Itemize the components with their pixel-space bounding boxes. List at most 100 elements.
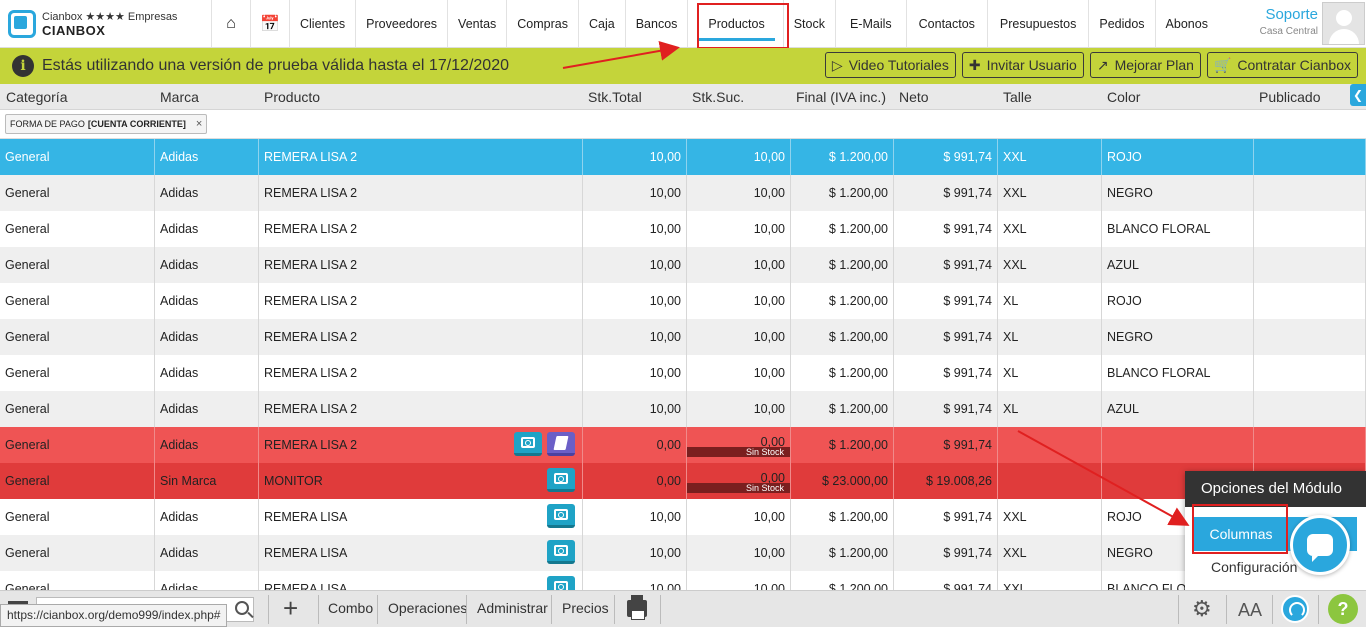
cell-stk-total: 10,00 (583, 355, 687, 391)
chevron-left-icon[interactable]: ❮ (1350, 84, 1366, 106)
nav-item-abonos[interactable]: Abonos (1156, 0, 1218, 47)
product-photo-button[interactable] (547, 504, 575, 528)
precios-button[interactable]: Precios (562, 600, 609, 616)
nav-item-pedidos[interactable]: Pedidos (1089, 0, 1156, 47)
product-photo-button[interactable] (547, 468, 575, 492)
cell-talle-text: XXL (1003, 258, 1027, 272)
cell-color-text: NEGRO (1107, 330, 1153, 344)
filter-chip-value: [CUENTA CORRIENTE] (87, 119, 186, 129)
cell-publicado (1254, 427, 1366, 463)
nav-item-caja[interactable]: Caja (579, 0, 626, 47)
col-header-stk-total[interactable]: Stk.Total (588, 89, 642, 105)
cell-color-text: AZUL (1107, 402, 1139, 416)
table-row[interactable]: General Adidas REMERA LISA 10,00 10,00 $ 1.20… (0, 499, 1366, 535)
invite-user-button[interactable]: ✚ Invitar Usuario (961, 52, 1084, 78)
table-row[interactable]: General Adidas REMERA LISA 10,00 10,00 $ 1.20… (0, 535, 1366, 571)
nav-item-presupuestos[interactable]: Presupuestos (988, 0, 1090, 47)
cell-marca: Adidas (155, 247, 259, 283)
printer-icon[interactable] (627, 595, 647, 620)
camera-icon (521, 437, 535, 448)
cell-stk-suc: 0,00 Sin Stock (687, 427, 791, 463)
cell-marca: Adidas (155, 499, 259, 535)
home-icon[interactable]: ⌂ (212, 0, 251, 47)
cell-categoria-text: General (5, 510, 50, 524)
col-header-stk-suc[interactable]: Stk.Suc. (692, 89, 744, 105)
nav-item-bancos[interactable]: Bancos (626, 0, 689, 47)
cell-categoria-text: General (5, 438, 50, 452)
table-row[interactable]: General Adidas REMERA LISA 2 10,00 10,00 $ 1.… (0, 355, 1366, 391)
cell-categoria: General (0, 499, 155, 535)
table-row[interactable]: General Adidas REMERA LISA 2 10,00 10,00 $ 1.… (0, 211, 1366, 247)
help-icon[interactable]: ? (1328, 594, 1358, 624)
nav-item-ventas[interactable]: Ventas (448, 0, 508, 47)
nav-item-contactos[interactable]: Contactos (907, 0, 988, 47)
calendar-icon[interactable]: 📅 (251, 0, 290, 47)
hire-cianbox-button[interactable]: 🛒 Contratar Cianbox (1206, 52, 1358, 78)
headset-icon[interactable] (1281, 595, 1309, 623)
table-row[interactable]: General Sin Marca MONITOR 0,00 0,00 Sin Stock… (0, 463, 1366, 499)
nav-item-productos[interactable]: Productos (688, 0, 784, 47)
cell-talle: XXL (998, 247, 1102, 283)
cell-final-text: $ 1.200,00 (828, 546, 888, 560)
col-header-talle[interactable]: Talle (1003, 89, 1032, 105)
product-photo-button[interactable] (547, 540, 575, 564)
cell-stk-total-text: 0,00 (656, 438, 681, 452)
col-header-neto[interactable]: Neto (899, 89, 929, 105)
col-header-producto[interactable]: Producto (264, 89, 320, 105)
cell-stk-total-text: 10,00 (649, 294, 681, 308)
nav-item-stock[interactable]: Stock (784, 0, 836, 47)
configuration-option-button[interactable]: Configuración (1211, 559, 1297, 575)
cell-categoria: General (0, 391, 155, 427)
table-row[interactable]: General Adidas REMERA LISA 2 10,00 10,00 $ 1.… (0, 247, 1366, 283)
chat-button[interactable] (1290, 515, 1350, 575)
col-header-final[interactable]: Final (IVA inc.) (796, 89, 886, 105)
col-header-categoria[interactable]: Categoría (6, 89, 67, 105)
upgrade-plan-button[interactable]: ↗ Mejorar Plan (1089, 52, 1201, 78)
operaciones-button[interactable]: Operaciones (388, 600, 467, 616)
catalog-icon (553, 435, 569, 450)
logo[interactable]: Cianbox ★★★★ Empresas CIANBOX (0, 0, 212, 47)
administrar-button[interactable]: Administrar (477, 600, 548, 616)
table-row[interactable]: General Adidas REMERA LISA 2 0,00 0,00 Sin St… (0, 427, 1366, 463)
product-photo-button[interactable] (547, 576, 575, 590)
filter-chip[interactable]: FORMA DE PAGO [CUENTA CORRIENTE] × (5, 114, 208, 134)
products-table: General Adidas REMERA LISA 2 10,00 10,00 $ 1.… (0, 139, 1366, 590)
cell-talle: XXL (998, 211, 1102, 247)
table-row[interactable]: General Adidas REMERA LISA 2 10,00 10,00 $ 1.… (0, 319, 1366, 355)
table-row[interactable]: General Adidas REMERA LISA 2 10,00 10,00 $ 1.… (0, 283, 1366, 319)
cell-marca: Adidas (155, 283, 259, 319)
search-icon[interactable] (235, 601, 249, 615)
table-row[interactable]: General Adidas REMERA LISA 2 10,00 10,00 $ 1.… (0, 139, 1366, 175)
nav-item-compras[interactable]: Compras (507, 0, 579, 47)
close-icon[interactable]: × (196, 118, 202, 130)
nav-item-emails[interactable]: E-Mails (836, 0, 907, 47)
cell-categoria-text: General (5, 330, 50, 344)
table-row[interactable]: General Adidas REMERA LISA 10,00 10,00 $ 1.20… (0, 571, 1366, 590)
cell-stk-suc: 0,00 Sin Stock (687, 463, 791, 499)
table-row[interactable]: General Adidas REMERA LISA 2 10,00 10,00 $ 1.… (0, 175, 1366, 211)
cell-neto-text: $ 991,74 (943, 294, 992, 308)
cell-producto: REMERA LISA 2 (259, 427, 583, 463)
cell-stk-suc: 10,00 (687, 139, 791, 175)
cell-categoria: General (0, 211, 155, 247)
nav-item-clientes[interactable]: Clientes (290, 0, 357, 47)
col-header-marca[interactable]: Marca (160, 89, 199, 105)
gear-icon[interactable]: ⚙ (1192, 598, 1212, 620)
col-header-publicado[interactable]: Publicado (1259, 89, 1321, 105)
video-tutorials-button[interactable]: ▷ Video Tutoriales (824, 52, 956, 78)
table-row[interactable]: General Adidas REMERA LISA 2 10,00 10,00 $ 1.… (0, 391, 1366, 427)
cell-final-text: $ 1.200,00 (828, 438, 888, 452)
nav-item-proveedores[interactable]: Proveedores (356, 0, 449, 47)
cell-producto: REMERA LISA 2 (259, 175, 583, 211)
font-size-icon[interactable]: AA (1238, 600, 1262, 621)
combo-button[interactable]: Combo (328, 600, 373, 616)
user-name[interactable]: Soporte (1260, 6, 1318, 23)
cell-color: ROJO (1102, 139, 1254, 175)
add-icon[interactable]: + (283, 594, 298, 622)
avatar[interactable] (1322, 2, 1365, 45)
cell-talle: XL (998, 391, 1102, 427)
user-info[interactable]: Soporte Casa Central (1260, 6, 1318, 37)
col-header-color[interactable]: Color (1107, 89, 1140, 105)
product-catalog-button[interactable] (547, 432, 575, 456)
product-photo-button[interactable] (514, 432, 542, 456)
